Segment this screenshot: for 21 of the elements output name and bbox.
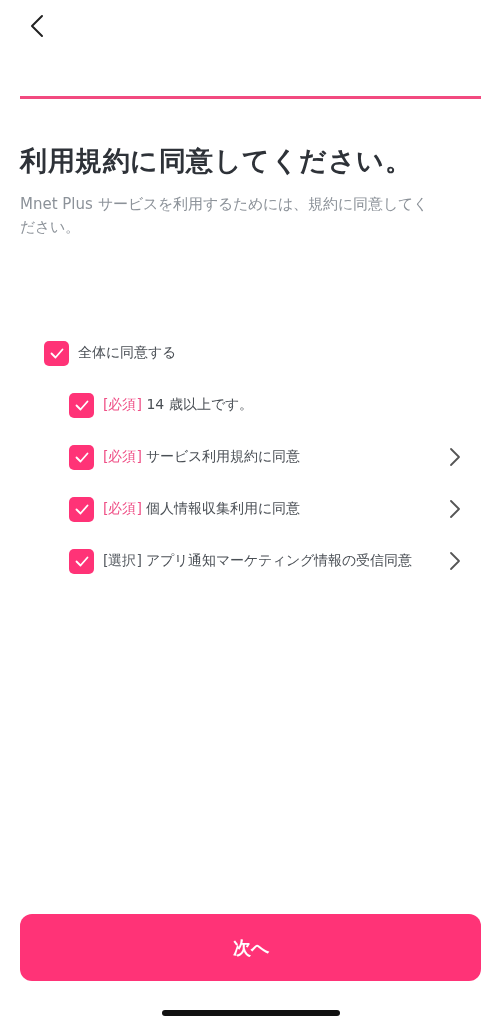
checkbox[interactable] [69,392,94,418]
checkmark-icon [74,503,89,515]
subtitle: Mnet Plus サービスを利用するためには、規約に同意してください。 [20,194,429,238]
term-label[interactable]: [選択] アプリ通知マーケティング情報の受信同意 [103,552,449,570]
agree-all-label[interactable]: 全体に同意する [78,344,501,362]
checkbox[interactable] [44,340,69,366]
checkbox[interactable] [69,548,94,574]
next-button[interactable]: 次へ [20,914,481,981]
chevron-right-icon[interactable] [449,499,461,519]
checkmark-icon [74,399,89,411]
checkmark-icon [74,451,89,463]
term-label[interactable]: [必須] サービス利用規約に同意 [103,448,449,466]
page-title: 利用規約に同意してください。 [20,144,413,178]
checkmark-icon [49,347,64,359]
chevron-right-icon[interactable] [449,551,461,571]
term-label[interactable]: [必須] 14 歳以上です。 [103,396,461,414]
chevron-right-icon[interactable] [449,447,461,467]
checkbox[interactable] [69,444,94,470]
checkbox[interactable] [69,496,94,522]
checkmark-icon [74,555,89,567]
term-label[interactable]: [必須] 個人情報収集利用に同意 [103,500,449,518]
